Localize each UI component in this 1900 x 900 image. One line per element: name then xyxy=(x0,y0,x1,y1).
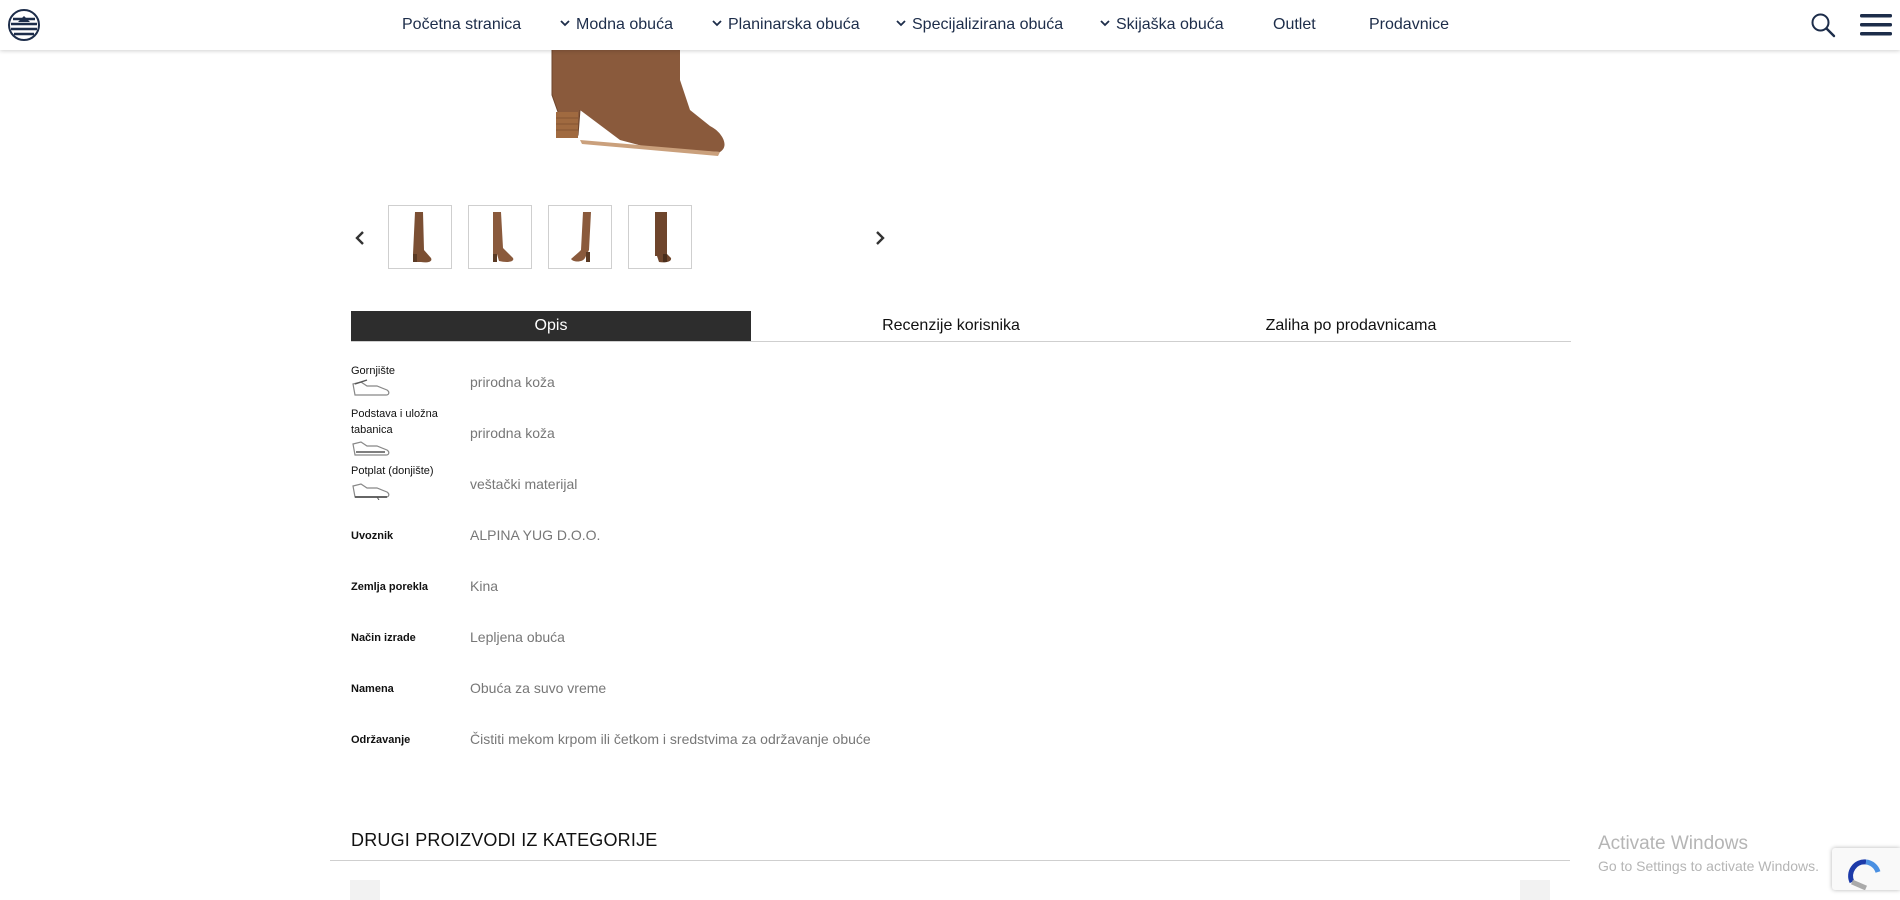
section-divider xyxy=(330,860,1570,861)
chevron-down-icon xyxy=(1100,20,1110,27)
tab-label: Recenzije korisnika xyxy=(882,317,1020,334)
spec-value-importer: ALPINA YUG D.O.O. xyxy=(470,527,601,543)
nav-item-specialized-footwear[interactable]: Specijalizirana obuća xyxy=(896,0,1063,50)
nav-item-hiking-footwear[interactable]: Planinarska obuća xyxy=(712,0,860,50)
gallery-thumbnail[interactable] xyxy=(628,205,692,269)
spec-label-upper: Gornjište xyxy=(351,365,396,377)
nav-item-stores[interactable]: Prodavnice xyxy=(1369,0,1449,50)
spec-value-purpose: Obuća za suvo vreme xyxy=(470,680,607,696)
spec-label-country-of-origin: Zemlja porekla xyxy=(351,581,429,593)
gallery-thumbnail[interactable] xyxy=(468,205,532,269)
chevron-right-icon[interactable] xyxy=(872,228,888,248)
spec-value-outsole: veštački materijal xyxy=(470,476,578,492)
nav-item-fashion-footwear[interactable]: Modna obuća xyxy=(560,0,673,50)
chevron-left-icon[interactable] xyxy=(352,228,368,248)
tab-label: Zaliha po prodavnicama xyxy=(1265,317,1437,334)
nav-item-label: Prodavnice xyxy=(1369,16,1450,33)
site-header: Početna stranica Modna obuća Planinarska… xyxy=(0,0,1900,50)
nav-item-label: Specijalizirana obuća xyxy=(912,16,1064,33)
tab-description[interactable]: Opis xyxy=(351,311,751,341)
gallery-thumbnail[interactable] xyxy=(548,205,612,269)
gallery-thumbnail[interactable] xyxy=(388,205,452,269)
tab-user-reviews[interactable]: Recenzije korisnika xyxy=(751,311,1151,341)
nav-item-label: Modna obuća xyxy=(576,16,673,33)
nav-item-label: Outlet xyxy=(1273,16,1316,33)
windows-activation-title: Activate Windows xyxy=(1598,833,1748,854)
nav-item-home[interactable]: Početna stranica xyxy=(402,0,521,50)
hamburger-menu-icon[interactable] xyxy=(1860,12,1892,38)
main-navigation: Početna stranica Modna obuća Planinarska… xyxy=(0,0,1900,50)
related-next-button[interactable] xyxy=(1520,880,1550,900)
product-tabs: Opis Recenzije korisnika Zaliha po proda… xyxy=(351,311,1571,342)
spec-label-purpose: Namena xyxy=(351,683,394,695)
nav-item-label: Početna stranica xyxy=(402,16,522,33)
shoe-insole-icon xyxy=(352,441,390,456)
spec-value-country-of-origin: Kina xyxy=(470,578,499,594)
related-products-title: DRUGI PROIZVODI IZ KATEGORIJE xyxy=(351,830,658,850)
nav-item-ski-footwear[interactable]: Skijaška obuća xyxy=(1100,0,1224,50)
product-main-image[interactable] xyxy=(540,40,740,160)
spec-label-maintenance: Održavanje xyxy=(351,734,411,746)
chevron-down-icon xyxy=(560,20,570,27)
nav-item-label: Planinarska obuća xyxy=(728,16,860,33)
windows-activation-subtitle: Go to Settings to activate Windows. xyxy=(1598,858,1819,874)
shoe-outsole-icon xyxy=(352,483,390,500)
recaptcha-icon xyxy=(1848,859,1881,891)
search-icon[interactable] xyxy=(1810,12,1836,38)
tab-store-stock[interactable]: Zaliha po prodavnicama xyxy=(1151,311,1551,341)
spec-label-lining-insole: Podstava i uložna tabanica xyxy=(351,408,438,436)
recaptcha-badge[interactable] xyxy=(1832,848,1900,891)
chevron-down-icon xyxy=(712,20,722,27)
spec-value-lining-insole: prirodna koža xyxy=(470,425,555,441)
spec-value-construction: Lepljena obuća xyxy=(470,629,565,645)
related-prev-button[interactable] xyxy=(350,880,380,900)
chevron-down-icon xyxy=(896,20,906,27)
nav-item-outlet[interactable]: Outlet xyxy=(1273,0,1316,50)
spec-label-construction: Način izrade xyxy=(351,632,416,644)
nav-item-label: Skijaška obuća xyxy=(1116,16,1224,33)
spec-label-importer: Uvoznik xyxy=(351,530,394,542)
spec-value-upper: prirodna koža xyxy=(470,374,555,390)
tab-label: Opis xyxy=(534,317,568,334)
shoe-upper-icon xyxy=(352,379,390,396)
spec-label-outsole: Potplat (donjište) xyxy=(351,465,434,477)
spec-value-maintenance: Čistiti mekom krpom ili četkom i sredstv… xyxy=(470,731,871,747)
